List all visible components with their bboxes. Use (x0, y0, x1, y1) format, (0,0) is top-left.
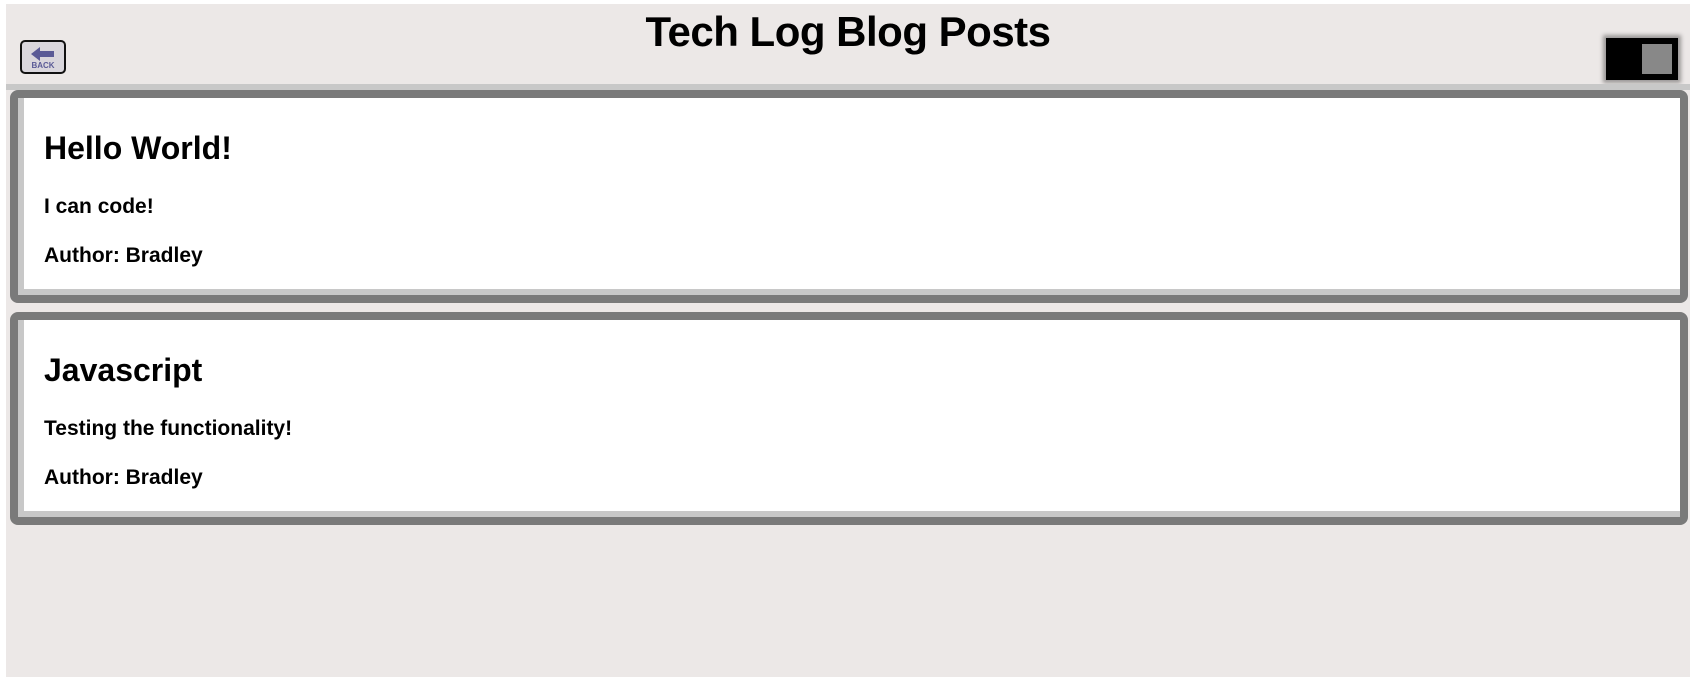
post-title: Hello World! (44, 130, 232, 166)
post-author: Author: Bradley (44, 244, 203, 267)
back-label: BACK (31, 60, 55, 70)
toggle-knob[interactable] (1642, 44, 1672, 74)
left-arrow-icon (31, 46, 54, 61)
post-body: I can code! (44, 195, 154, 218)
post-title: Javascript (44, 352, 203, 388)
post-author: Author: Bradley (44, 466, 203, 489)
theme-toggle[interactable] (1606, 38, 1678, 80)
post-card[interactable]: Hello World! I can code! Author: Bradley (10, 90, 1688, 303)
page: Tech Log Blog Posts BACK Hello World! I … (6, 4, 1690, 677)
post-card[interactable]: Javascript Testing the functionality! Au… (10, 312, 1688, 525)
back-button[interactable]: BACK (20, 40, 66, 74)
page-title: Tech Log Blog Posts (645, 8, 1051, 55)
post-body: Testing the functionality! (44, 417, 293, 440)
post-list: Hello World! I can code! Author: Bradley… (10, 90, 1688, 534)
